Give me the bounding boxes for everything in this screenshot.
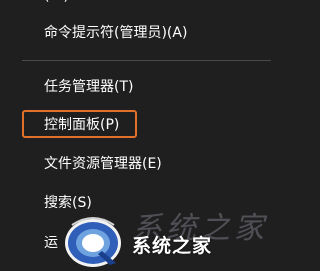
menu-item-file-explorer[interactable]: 文件资源管理器(E) xyxy=(44,155,162,173)
context-menu: (…) 命令提示符(管理员)(A) 任务管理器(T) 控制面板(P) 文件资源管… xyxy=(0,0,287,271)
menu-item-run[interactable]: 运 xyxy=(44,234,58,252)
watermark-logo-icon xyxy=(65,217,121,267)
menu-item-task-manager[interactable]: 任务管理器(T) xyxy=(44,78,133,96)
partial-menu-item: (…) xyxy=(44,0,69,4)
menu-item-command-prompt-admin[interactable]: 命令提示符(管理员)(A) xyxy=(44,24,187,42)
watermark-text: 系统之家 xyxy=(132,235,213,257)
menu-item-control-panel[interactable]: 控制面板(P) xyxy=(44,116,119,134)
watermark: 系统之家 系统之家 xyxy=(60,203,287,271)
menu-separator xyxy=(22,60,271,61)
